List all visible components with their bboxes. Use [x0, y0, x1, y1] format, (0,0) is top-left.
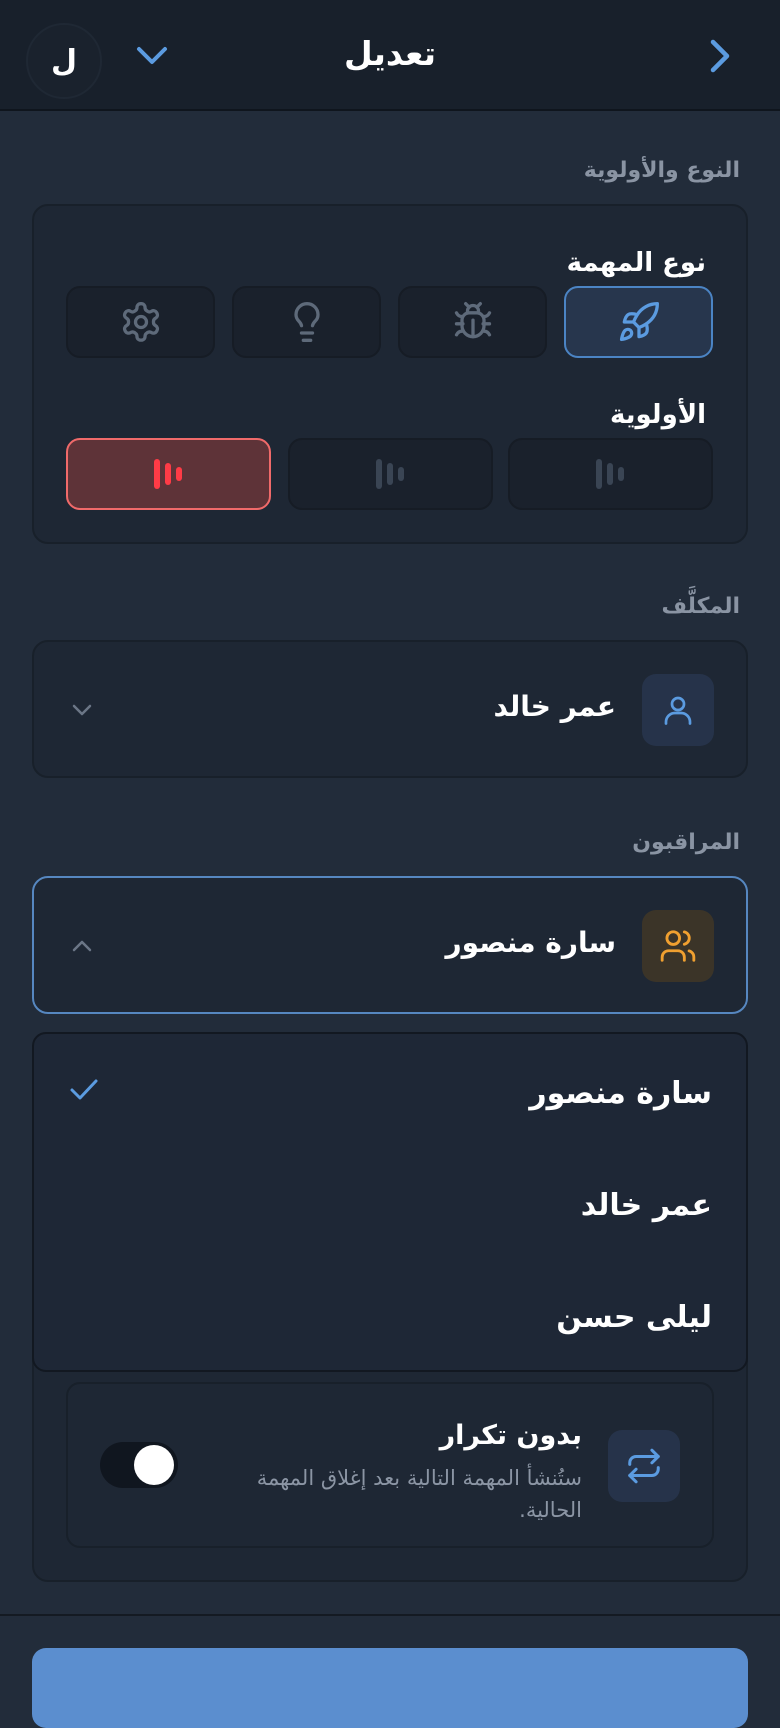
recurrence-title: بدون تكرار: [439, 1420, 582, 1451]
save-button[interactable]: [32, 1648, 748, 1728]
recurrence-toggle[interactable]: [100, 1442, 178, 1488]
task-type-idea-button[interactable]: [232, 286, 381, 358]
repeat-icon-wrap: [608, 1430, 680, 1502]
chevron-up-icon: [72, 940, 92, 952]
priority-high-button[interactable]: [66, 438, 271, 510]
watcher-option-3[interactable]: ليلى حسن: [556, 1300, 712, 1335]
recurrence-description: ستُنشأ المهمة التالية بعد إغلاق المهمة ا…: [256, 1466, 582, 1522]
section-label-watchers: المراقبون: [632, 830, 740, 855]
priority-medium-button[interactable]: [288, 438, 493, 510]
section-label-type-priority: النوع والأولوية: [583, 158, 740, 183]
task-type-bug-button[interactable]: [398, 286, 547, 358]
priority-bars-icon: [375, 459, 404, 489]
repeat-icon: [628, 1448, 660, 1484]
watcher-option-2[interactable]: عمر خالد: [581, 1188, 712, 1223]
assignee-select[interactable]: عمر خالد: [32, 640, 748, 778]
watchers-select[interactable]: سارة منصور: [32, 876, 748, 1014]
watchers-dropdown: سارة منصور عمر خالد ليلى حسن: [32, 1032, 748, 1372]
footer-divider: [0, 1614, 780, 1616]
rocket-icon: [619, 302, 659, 342]
bug-icon: [454, 302, 491, 339]
users-icon: [660, 930, 696, 962]
chevron-down-icon: [72, 704, 92, 716]
priority-label: الأولوية: [609, 400, 706, 430]
watchers-value: سارة منصور: [445, 926, 616, 959]
assignee-value: عمر خالد: [493, 690, 616, 723]
avatar[interactable]: ل: [26, 23, 102, 99]
gear-icon: [122, 302, 159, 342]
toggle-knob: [134, 1445, 174, 1485]
section-label-assignee: المكلَّف: [661, 594, 740, 619]
priority-bars-icon: [595, 459, 624, 489]
recurrence-card: بدون تكرار ستُنشأ المهمة التالية بعد إغل…: [66, 1382, 714, 1548]
menu-toggle-button[interactable]: [134, 40, 170, 74]
app-header: تعديل ل: [0, 0, 780, 111]
assignee-icon-wrap: [642, 674, 714, 746]
task-type-settings-button[interactable]: [66, 286, 215, 358]
page-title: تعديل: [344, 34, 436, 73]
watchers-icon-wrap: [642, 910, 714, 982]
priority-bars-icon: [153, 459, 182, 489]
task-type-label: نوع المهمة: [566, 248, 706, 278]
check-icon: [70, 1079, 98, 1100]
task-type-feature-button[interactable]: [564, 286, 713, 358]
watcher-option-1[interactable]: سارة منصور: [529, 1076, 712, 1111]
chevron-down-icon: [137, 47, 167, 64]
lightbulb-icon: [293, 302, 320, 342]
priority-low-button[interactable]: [508, 438, 713, 510]
user-icon: [664, 696, 692, 725]
